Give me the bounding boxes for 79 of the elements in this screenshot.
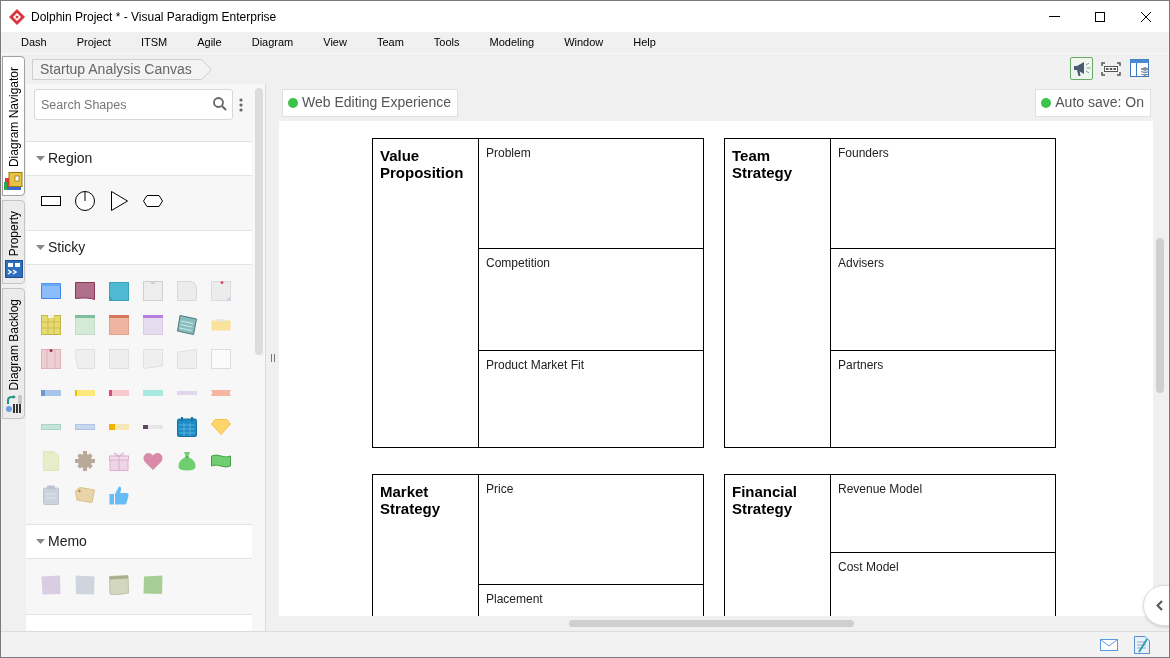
clipboard-icon[interactable] <box>43 485 59 505</box>
menu-item[interactable]: Window <box>549 32 619 53</box>
canvas-cell: Price <box>479 475 703 585</box>
document-icon[interactable] <box>43 451 59 471</box>
rectangle-icon[interactable] <box>41 196 61 206</box>
sticky-note-icon[interactable] <box>177 315 197 335</box>
money-bag-icon[interactable] <box>177 451 197 471</box>
search-icon <box>213 97 227 111</box>
side-tab[interactable]: Diagram Navigator <box>2 56 25 197</box>
diamond-icon[interactable] <box>211 419 231 435</box>
menu-item[interactable]: Tools <box>418 32 475 53</box>
chevron-left-icon <box>1155 600 1163 611</box>
canvas-cell: Advisers <box>831 249 1055 351</box>
section-header[interactable]: Region <box>26 141 252 176</box>
status-indicator[interactable]: Web Editing Experience <box>282 88 459 117</box>
canvas-cell-text: Cost Model <box>837 559 900 576</box>
gift-icon[interactable] <box>109 451 129 471</box>
status-indicator[interactable]: Auto save: On <box>1035 88 1151 117</box>
collapse-button[interactable] <box>1143 585 1169 626</box>
scrollbar-thumb[interactable] <box>569 620 854 627</box>
circle-icon[interactable] <box>75 191 95 211</box>
close-icon <box>1141 11 1151 22</box>
canvas-cell: Founders <box>831 139 1055 249</box>
window-layout-icon <box>1129 59 1150 78</box>
memo-note-icon[interactable] <box>109 575 129 595</box>
menu-item[interactable]: Agile <box>182 32 237 53</box>
tag-icon[interactable] <box>75 487 95 503</box>
book-stack-icon <box>4 171 23 191</box>
canvas-cell: Problem <box>479 139 703 249</box>
window-title: Dolphin Project * - Visual Paradigm Enterprise <box>31 8 277 26</box>
splitter-grip-icon[interactable] <box>270 353 275 362</box>
scrollbar-thumb[interactable] <box>1156 238 1164 393</box>
block-title: Team Strategy <box>725 139 831 447</box>
breadcrumb[interactable]: Startup Analysis Canvas <box>32 59 212 80</box>
mail-icon[interactable] <box>1100 638 1118 651</box>
fit-to-window-icon <box>1100 61 1121 76</box>
canvas-cell: Competition <box>479 249 703 351</box>
menu-item[interactable]: Diagram <box>236 32 309 53</box>
memo-note-icon[interactable] <box>143 575 163 595</box>
megaphone-icon <box>1072 60 1091 77</box>
side-tab[interactable]: Property <box>2 200 25 285</box>
more-options-icon[interactable] <box>239 97 243 112</box>
canvas-cell-text: Product Market Fit <box>485 357 586 374</box>
heart-icon[interactable] <box>143 452 163 470</box>
menu-item[interactable]: Modeling <box>474 32 550 53</box>
sticky-note-icon[interactable] <box>75 282 95 300</box>
menu-item[interactable]: Project <box>61 32 126 53</box>
app-logo-icon <box>9 8 25 25</box>
menu-item[interactable]: ITSM <box>125 32 183 53</box>
memo-note-icon[interactable] <box>75 575 95 595</box>
maximize-icon <box>1095 11 1105 22</box>
toolbar-button[interactable] <box>1070 57 1093 80</box>
block-title: Value Proposition <box>373 139 479 447</box>
menu-item[interactable]: Dash <box>6 32 62 53</box>
side-tab[interactable]: Diagram Backlog <box>2 288 25 419</box>
canvas-cell: Revenue Model <box>831 475 1055 553</box>
triangle-icon[interactable] <box>110 191 128 211</box>
scrollbar-thumb[interactable] <box>255 88 263 355</box>
memo-note-icon[interactable] <box>41 575 61 595</box>
calendar-icon[interactable] <box>177 417 197 437</box>
property-grid-icon <box>4 260 23 279</box>
canvas-cell-text: Placement <box>485 591 544 608</box>
banknote-icon[interactable] <box>211 454 231 468</box>
status-dot-icon <box>288 97 298 108</box>
minimize-icon <box>1048 16 1060 17</box>
document-pencil-icon[interactable] <box>1134 635 1150 654</box>
menu-item[interactable]: Team <box>361 32 419 53</box>
gear-icon[interactable] <box>75 451 95 471</box>
section-header[interactable]: Sticky <box>26 230 252 265</box>
search-field[interactable]: Search Shapes <box>34 89 233 120</box>
menu-item[interactable]: View <box>308 32 362 53</box>
thumbs-up-icon[interactable] <box>109 485 129 505</box>
arrow-and-bars-icon <box>4 394 23 413</box>
canvas-cell-text: Partners <box>837 357 885 374</box>
section-header[interactable]: Memo <box>26 524 252 559</box>
toolbar-button[interactable] <box>1128 57 1151 80</box>
hexagon-icon[interactable] <box>143 195 163 207</box>
menu-item[interactable]: Help <box>618 32 671 53</box>
status-dot-icon <box>1041 97 1052 108</box>
